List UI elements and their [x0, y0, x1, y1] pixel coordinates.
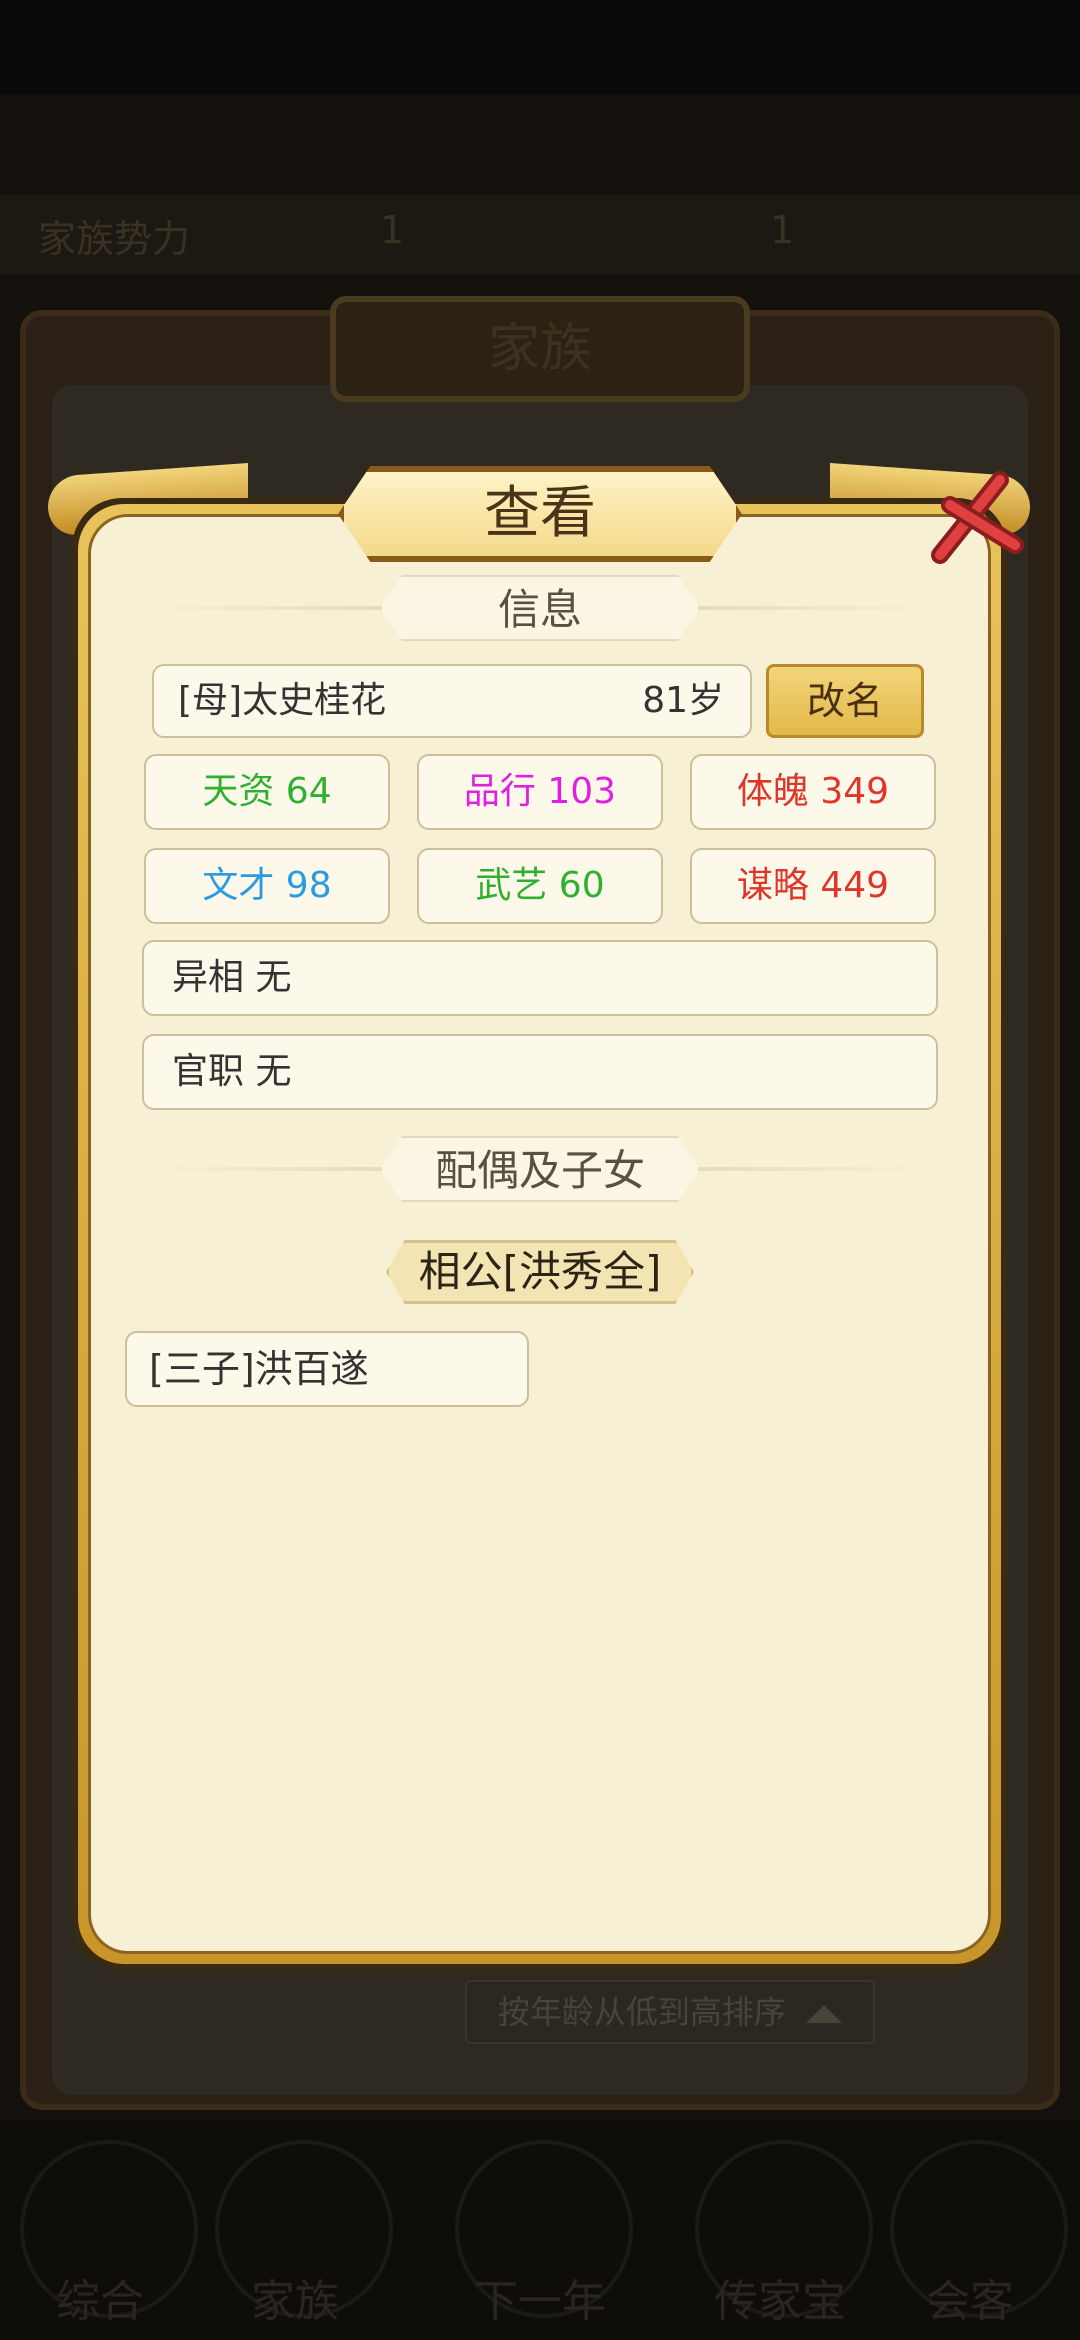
background-title: 家族 — [487, 319, 592, 379]
person-name: [母]太史桂花 — [178, 680, 387, 721]
nav-label-guests: 会客 — [926, 2276, 1014, 2327]
background-right-label: 1 — [770, 208, 795, 252]
nav-label-family: 家族 — [251, 2276, 339, 2327]
nav-label-next-year: 下一年 — [474, 2276, 606, 2327]
nav-label-heirloom: 传家宝 — [714, 2276, 846, 2327]
close-icon[interactable] — [920, 460, 1030, 570]
office-field: 官职 无 — [142, 1034, 938, 1110]
family-section-header: 配偶及子女 — [380, 1136, 700, 1202]
info-section-header: 信息 — [380, 575, 700, 641]
child-item[interactable]: [三子]洪百遂 — [125, 1331, 529, 1407]
stat-strategy: 谋略 449 — [690, 848, 936, 924]
stat-literary: 文才 98 — [144, 848, 390, 924]
spouse-tag[interactable]: 相公[洪秀全] — [386, 1240, 694, 1304]
rename-button[interactable]: 改名 — [766, 664, 924, 738]
stat-conduct: 品行 103 — [417, 754, 663, 830]
triangle-up-icon — [806, 2005, 843, 2023]
stat-talent: 天资 64 — [144, 754, 390, 830]
nav-label-general: 综合 — [56, 2276, 144, 2327]
dialog-title: 查看 — [484, 481, 596, 546]
stat-physique: 体魄 349 — [690, 754, 936, 830]
background-power-label: 家族势力 — [38, 217, 191, 261]
trait-field: 异相 无 — [142, 940, 938, 1016]
background-mid-label: 1 — [380, 208, 405, 252]
sort-order-button[interactable]: 按年龄从低到高排序 — [465, 1980, 875, 2044]
stat-martial: 武艺 60 — [417, 848, 663, 924]
person-name-field: [母]太史桂花 81岁 — [152, 664, 752, 738]
sort-order-label: 按年龄从低到高排序 — [497, 1993, 786, 2031]
person-age: 81岁 — [642, 680, 724, 721]
